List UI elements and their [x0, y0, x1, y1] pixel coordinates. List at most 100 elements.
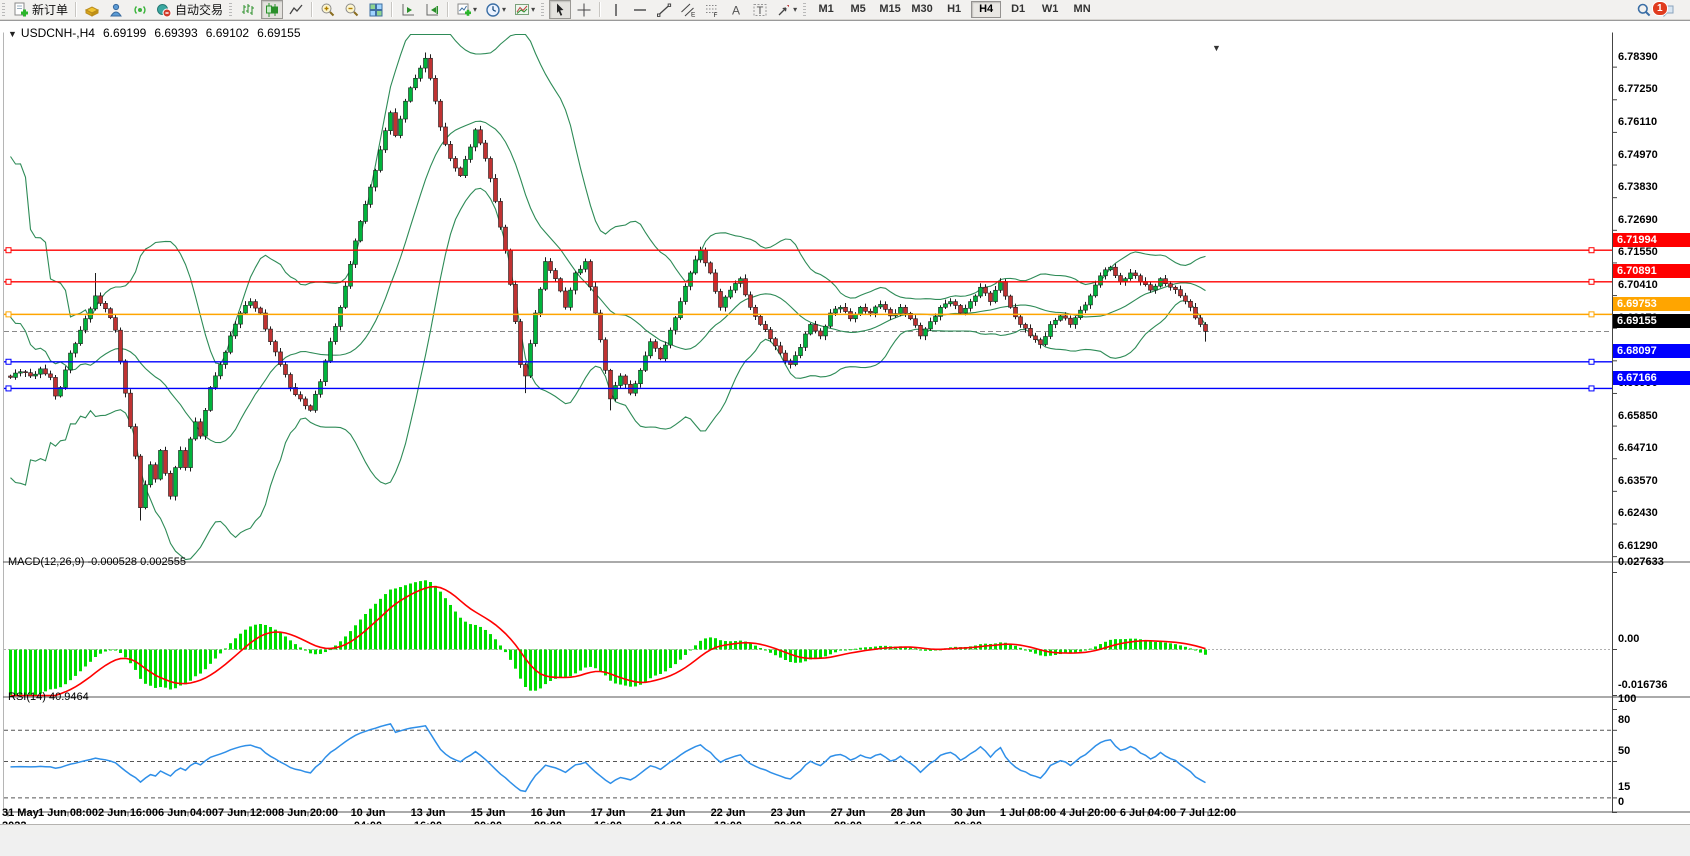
new-chart-dropdown[interactable]: ▾: [453, 0, 480, 19]
auto-scroll-icon: [400, 2, 416, 18]
equidistant-channel-icon: E: [680, 2, 696, 18]
rsi-axis-tick: 0: [1618, 795, 1686, 809]
community-button[interactable]: [105, 0, 127, 19]
arrows-icon: [776, 2, 792, 18]
line-chart-icon: [288, 2, 304, 18]
autotrading-icon: [156, 2, 172, 18]
price-axis-tick: 6.64710: [1618, 441, 1686, 455]
time-axis-label: 7 Jun 12:00: [216, 807, 280, 820]
hline-price-label[interactable]: 6.70891: [1613, 264, 1690, 278]
toolbar-grip[interactable]: [229, 3, 232, 17]
hline-price-label[interactable]: 6.68097: [1613, 344, 1690, 358]
crosshair-button[interactable]: [573, 0, 595, 19]
signals-button[interactable]: [129, 0, 151, 19]
timeframe-button-m1[interactable]: M1: [811, 1, 841, 18]
text-button[interactable]: A: [725, 0, 747, 19]
chart-shift-icon: [424, 2, 440, 18]
new-chart-icon: [456, 2, 472, 18]
market-button[interactable]: [81, 0, 103, 19]
zoom-in-button[interactable]: [317, 0, 339, 19]
hline-price-label[interactable]: 6.67166: [1613, 371, 1690, 385]
hline-price-label[interactable]: 6.69753: [1613, 297, 1690, 311]
timeframe-button-h4[interactable]: H4: [971, 1, 1001, 18]
templates-dropdown[interactable]: ▾: [511, 0, 538, 19]
toolbar: 新订单 自动交易: [0, 0, 1690, 20]
price-axis-tick: 6.71550: [1618, 245, 1686, 259]
chart-shift-button[interactable]: [421, 0, 443, 19]
trendline-button[interactable]: [653, 0, 675, 19]
price-axis-tick: 6.62430: [1618, 506, 1686, 520]
symbol-period-label: USDCNH-,H4: [21, 26, 95, 40]
price-axis-tick: 6.61290: [1618, 539, 1686, 553]
autotrading-button[interactable]: 自动交易: [153, 0, 226, 19]
toolbar-grip[interactable]: [803, 3, 806, 17]
price-axis-tick: 6.78390: [1618, 50, 1686, 64]
rsi-label: RSI(14) 40.9464: [8, 691, 89, 703]
auto-scroll-button[interactable]: [397, 0, 419, 19]
timeframe-button-d1[interactable]: D1: [1003, 1, 1033, 18]
time-axis-label: 6 Jun 04:00: [156, 807, 220, 820]
timeframe-button-w1[interactable]: W1: [1035, 1, 1065, 18]
rsi-axis-tick: 80: [1618, 713, 1686, 727]
candlestick-chart-button[interactable]: [261, 0, 283, 19]
close-value: 6.69155: [257, 26, 300, 40]
toolbar-grip[interactable]: [541, 3, 544, 17]
search-icon: [1636, 2, 1652, 18]
text-label-button[interactable]: T: [749, 0, 771, 19]
time-axis-label: 8 Jun 20:00: [276, 807, 340, 820]
chart-canvas: [0, 21, 1690, 856]
horizontal-line-button[interactable]: [629, 0, 651, 19]
timeframe-button-m15[interactable]: M15: [875, 1, 905, 18]
line-chart-button[interactable]: [285, 0, 307, 19]
time-axis-label: 7 Jul 12:00: [1176, 807, 1240, 820]
new-order-icon: [13, 2, 29, 18]
templates-icon: [514, 2, 530, 18]
timeframe-group: M1M5M15M30H1H4D1W1MN: [810, 1, 1098, 18]
fibonacci-button[interactable]: F: [701, 0, 723, 19]
timeframe-button-m30[interactable]: M30: [907, 1, 937, 18]
zoom-out-button[interactable]: [341, 0, 363, 19]
arrows-dropdown[interactable]: ▾: [773, 0, 800, 19]
chevron-down-icon: ▾: [531, 5, 535, 14]
price-axis-tick: 6.76110: [1618, 115, 1686, 129]
toolbar-grip[interactable]: [2, 3, 5, 17]
trendline-icon: [656, 2, 672, 18]
high-value: 6.69393: [154, 26, 197, 40]
toolbar-separator: [599, 2, 601, 17]
periods-dropdown[interactable]: ▾: [482, 0, 509, 19]
time-axis-label: 1 Jun 08:00: [36, 807, 100, 820]
signals-icon: [132, 2, 148, 18]
vertical-line-button[interactable]: [605, 0, 627, 19]
tile-windows-button[interactable]: [365, 0, 387, 19]
zoom-in-icon: [320, 2, 336, 18]
zoom-out-icon: [344, 2, 360, 18]
candlestick-chart-icon: [264, 2, 280, 18]
chart-window[interactable]: ▼USDCNH-,H46.691996.693936.691026.69155 …: [0, 20, 1690, 825]
timeframe-button-h1[interactable]: H1: [939, 1, 969, 18]
open-value: 6.69199: [103, 26, 146, 40]
chart-title: ▼USDCNH-,H46.691996.693936.691026.69155: [8, 26, 301, 40]
chart-shift-marker[interactable]: ▼: [1212, 43, 1221, 53]
hline-price-label[interactable]: 6.71994: [1613, 233, 1690, 247]
community-icon: [108, 2, 124, 18]
new-order-button[interactable]: 新订单: [10, 0, 71, 19]
price-axis-tick: 6.74970: [1618, 148, 1686, 162]
price-axis-tick: 6.72690: [1618, 213, 1686, 227]
new-order-label: 新订单: [32, 1, 68, 18]
notifications-button[interactable]: 1: [1657, 0, 1680, 19]
time-axis-label: 4 Jul 20:00: [1056, 807, 1120, 820]
vertical-line-icon: [608, 2, 624, 18]
bar-chart-button[interactable]: [237, 0, 259, 19]
svg-text:E: E: [691, 11, 696, 18]
timeframe-button-m5[interactable]: M5: [843, 1, 873, 18]
text-icon: A: [728, 2, 744, 18]
timeframe-button-mn[interactable]: MN: [1067, 1, 1097, 18]
price-axis-tick: 6.65850: [1618, 409, 1686, 423]
collapse-arrow-icon[interactable]: ▼: [8, 29, 17, 39]
macd-axis-tick: -0.016736: [1618, 678, 1686, 692]
rsi-axis-tick: 15: [1618, 780, 1686, 794]
equidistant-channel-button[interactable]: E: [677, 0, 699, 19]
cursor-button[interactable]: [549, 0, 571, 19]
macd-value: -0.000528: [87, 556, 137, 568]
macd-label: MACD(12,26,9) -0.000528 0.002555: [8, 556, 186, 568]
